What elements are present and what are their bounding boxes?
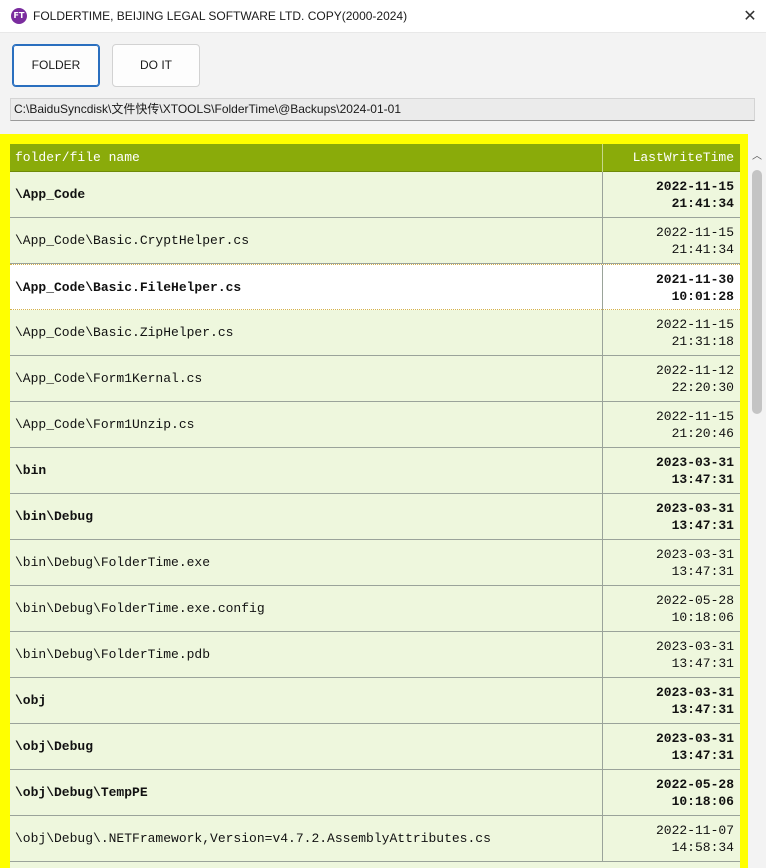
row-file-name: \obj\Debug\TempPE <box>10 770 603 816</box>
row-time: 13:47:31 <box>671 748 734 763</box>
title-bar: FT FOLDERTIME, BEIJING LEGAL SOFTWARE LT… <box>0 0 766 33</box>
row-last-write-time: 2022-05-28 10:18:06 <box>603 770 740 816</box>
path-field[interactable]: C:\BaiduSyncdisk\文件快传\XTOOLS\FolderTime\… <box>10 98 755 121</box>
row-file-name: \bin <box>10 448 603 494</box>
row-date: 2022-11-15 <box>655 179 734 194</box>
close-icon[interactable]: ✕ <box>736 3 764 29</box>
table-row[interactable]: \bin\Debug\FolderTime.exe.config 2022-05-… <box>10 586 740 632</box>
vertical-scrollbar[interactable]: ︿ <box>748 134 766 868</box>
table-row[interactable]: \bin 2023-03-31 13:47:31 <box>10 448 740 494</box>
row-file-name: \App_Code\Form1Unzip.cs <box>10 402 603 448</box>
window-title: FOLDERTIME, BEIJING LEGAL SOFTWARE LTD. … <box>33 9 408 23</box>
row-last-write-time: 2022-11-15 21:20:46 <box>603 402 740 448</box>
row-date: 2022-05-28 <box>655 593 734 608</box>
table-row[interactable]: \App_Code\Basic.CryptHelper.cs 2022-11-15… <box>10 218 740 264</box>
row-file-name: \bin\Debug\FolderTime.exe.config <box>10 586 603 632</box>
row-time: 13:47:31 <box>671 702 734 717</box>
row-file-name: \App_Code <box>10 172 603 218</box>
row-last-write-time: 2023-03-31 13:47:31 <box>603 448 740 494</box>
row-file-name: \obj\Debug\.NETFramework,Version=v4.7.2.… <box>10 816 603 862</box>
row-last-write-time: 2021-11-30 10:01:28 <box>603 265 740 311</box>
row-time: 14:58:34 <box>671 840 734 855</box>
chevron-up-icon[interactable]: ︿ <box>748 148 766 166</box>
table-row[interactable]: \App_Code\Basic.ZipHelper.cs 2022-11-15 21… <box>10 310 740 356</box>
table-row[interactable]: \obj\Debug\.NETFramework,Version=v4.7.2.… <box>10 816 740 862</box>
row-last-write-time: 2022-11-15 21:41:34 <box>603 218 740 264</box>
row-last-write-time: 2022-05-28 10:18:06 <box>603 586 740 632</box>
row-date: 2022-11-15 <box>655 317 734 332</box>
row-date: 2022-11-15 <box>655 409 734 424</box>
table-row[interactable]: \obj 2023-03-31 13:47:31 <box>10 678 740 724</box>
row-file-name: \bin\Debug\FolderTime.pdb <box>10 632 603 678</box>
row-file-name: \obj\Debug <box>10 724 603 770</box>
row-date: 2022-05-28 <box>655 777 734 792</box>
row-last-write-time: 2023-03-31 13:47:31 <box>603 678 740 724</box>
file-grid: folder/file name LastWriteTime \App_Code… <box>10 144 740 868</box>
row-time: 10:01:28 <box>671 289 734 304</box>
row-file-name: \bin\Debug\FolderTime.exe <box>10 540 603 586</box>
do-it-button[interactable]: DO IT <box>112 44 200 87</box>
row-file-name: \App_Code\Form1Kernal.cs <box>10 356 603 402</box>
row-time: 22:20:30 <box>671 380 734 395</box>
row-date: 2023-03-31 <box>655 547 734 562</box>
row-last-write-time: 2022-11-15 21:31:18 <box>603 310 740 356</box>
table-row[interactable]: \App_Code\Basic.FileHelper.cs 2021-11-30 1… <box>10 264 740 311</box>
grid-header: folder/file name LastWriteTime <box>10 144 740 172</box>
row-last-write-time: 2023-03-31 13:47:31 <box>603 632 740 678</box>
row-date: 2023-03-31 <box>655 455 734 470</box>
row-date: 2023-03-31 <box>655 501 734 516</box>
row-date: 2022-11-07 <box>655 823 734 838</box>
row-last-write-time: 2022-11-07 14:58:34 <box>603 816 740 862</box>
table-row[interactable]: \bin\Debug\FolderTime.pdb 2023-03-31 13:47… <box>10 632 740 678</box>
row-last-write-time: 2023-03-31 13:47:31 <box>603 494 740 540</box>
scrollbar-thumb[interactable] <box>752 170 762 414</box>
row-file-name: \App_Code\Basic.ZipHelper.cs <box>10 310 603 356</box>
column-header-name[interactable]: folder/file name <box>10 144 603 172</box>
row-time: 10:18:06 <box>671 610 734 625</box>
row-last-write-time: 2023-03-31 13:47:31 <box>603 724 740 770</box>
row-date: 2022-11-15 <box>655 225 734 240</box>
row-time: 21:41:34 <box>671 196 734 211</box>
row-date: 2023-03-31 <box>655 639 734 654</box>
app-logo-icon: FT <box>11 8 27 24</box>
row-file-name: \bin\Debug <box>10 494 603 540</box>
table-row[interactable]: \obj\Debug\TempPE 2022-05-28 10:18:06 <box>10 770 740 816</box>
table-row[interactable]: \bin\Debug\FolderTime.exe 2023-03-31 13:47… <box>10 540 740 586</box>
row-date: 2023-03-31 <box>655 731 734 746</box>
row-file-name: \obj <box>10 678 603 724</box>
row-last-write-time: 2022-11-12 22:20:30 <box>603 356 740 402</box>
table-row[interactable]: \bin\Debug 2023-03-31 13:47:31 <box>10 494 740 540</box>
row-file-name: \App_Code\Basic.FileHelper.cs <box>10 265 603 311</box>
table-row[interactable]: \obj\Debug 2023-03-31 13:47:31 <box>10 724 740 770</box>
row-date: 2023-03-31 <box>655 685 734 700</box>
table-row[interactable]: \App_Code 2022-11-15 21:41:34 <box>10 172 740 218</box>
row-time: 13:47:31 <box>671 518 734 533</box>
row-file-name: \App_Code\Basic.CryptHelper.cs <box>10 218 603 264</box>
row-date: 2022-11-12 <box>655 363 734 378</box>
row-last-write-time: 2022-11-15 21:41:34 <box>603 172 740 218</box>
folder-button[interactable]: FOLDER <box>12 44 100 87</box>
row-time: 13:47:31 <box>671 472 734 487</box>
table-row[interactable]: \App_Code\Form1Kernal.cs 2022-11-12 22:20:… <box>10 356 740 402</box>
row-time: 21:20:46 <box>671 426 734 441</box>
file-grid-frame: folder/file name LastWriteTime \App_Code… <box>0 134 748 868</box>
row-date: 2021-11-30 <box>655 272 734 287</box>
row-time: 13:47:31 <box>671 656 734 671</box>
row-last-write-time: 2023-03-31 13:47:31 <box>603 540 740 586</box>
row-time: 10:18:06 <box>671 794 734 809</box>
row-time: 21:41:34 <box>671 242 734 257</box>
row-time: 21:31:18 <box>671 334 734 349</box>
column-header-time[interactable]: LastWriteTime <box>603 144 740 172</box>
table-row[interactable]: \App_Code\Form1Unzip.cs 2022-11-15 21:20:4… <box>10 402 740 448</box>
row-time: 13:47:31 <box>671 564 734 579</box>
